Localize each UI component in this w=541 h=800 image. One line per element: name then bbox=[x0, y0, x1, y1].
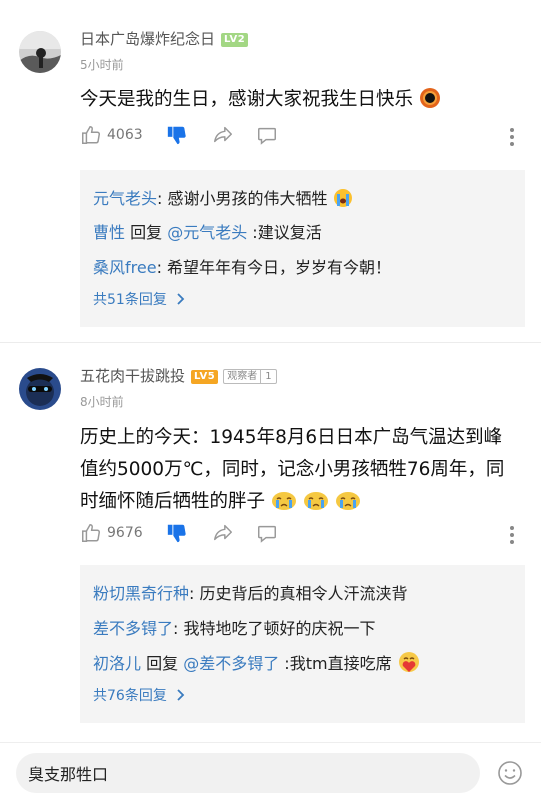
comment-username[interactable]: 五花肉干拔跳投 LV5 观察者 1 bbox=[80, 365, 277, 386]
crying-face-emoji bbox=[271, 489, 297, 522]
crying-face-emoji bbox=[303, 489, 329, 522]
comment-item: 日本广岛爆炸纪念日 LV2 5小时前 今天是我的生日，感谢大家祝我生日快乐 406… bbox=[0, 0, 541, 340]
chat-bubble-icon bbox=[258, 127, 276, 145]
comment-time: 8小时前 bbox=[80, 395, 124, 409]
reply-item: 桑风free: 希望年年有今日，岁岁有今朝！ bbox=[93, 258, 392, 277]
reply-username[interactable]: 差不多锝了 bbox=[93, 619, 173, 638]
reply-mention[interactable]: @差不多锝了 bbox=[183, 654, 279, 673]
level-badge: LV5 bbox=[191, 369, 219, 384]
reply-mention[interactable]: @元气老头 bbox=[167, 223, 247, 242]
view-more-replies-link[interactable]: 共51条回复 bbox=[93, 289, 185, 309]
like-count: 4063 bbox=[107, 127, 143, 143]
more-options-button[interactable] bbox=[507, 525, 517, 545]
thumbs-up-icon bbox=[82, 524, 100, 542]
reply-username[interactable]: 元气老头 bbox=[93, 189, 157, 208]
reply-username[interactable]: 粉切黑奇行种 bbox=[93, 584, 189, 603]
chevron-right-icon bbox=[177, 689, 185, 701]
crying-face-emoji bbox=[335, 489, 361, 522]
comment-input[interactable] bbox=[16, 753, 480, 793]
share-button[interactable] bbox=[212, 522, 234, 544]
black-hole-emoji bbox=[419, 87, 441, 120]
thumbs-down-icon bbox=[167, 126, 186, 145]
dislike-button[interactable] bbox=[166, 522, 188, 544]
comment-username[interactable]: 日本广岛爆炸纪念日 LV2 bbox=[80, 28, 249, 49]
comment-actions: 9676 bbox=[80, 522, 525, 548]
view-more-replies-link[interactable]: 共76条回复 bbox=[93, 685, 185, 705]
dislike-button[interactable] bbox=[166, 124, 188, 146]
role-badge: 观察者 1 bbox=[223, 369, 277, 384]
more-options-button[interactable] bbox=[507, 127, 517, 147]
reply-preview-box[interactable]: 元气老头: 感谢小男孩的伟大牺牲 曹性 回复 @元气老头 :建议复活 桑风fre… bbox=[80, 170, 525, 327]
more-vertical-icon bbox=[510, 526, 514, 544]
share-button[interactable] bbox=[212, 124, 234, 146]
reply-button[interactable] bbox=[256, 522, 278, 544]
share-icon bbox=[214, 524, 232, 541]
reply-item: 初洛儿 回复 @差不多锝了 :我tm直接吃席 bbox=[93, 650, 421, 677]
emoji-button[interactable] bbox=[497, 760, 523, 790]
heart-hug-emoji bbox=[397, 651, 421, 677]
comment-compose-bar bbox=[0, 742, 541, 800]
thumbs-down-icon bbox=[167, 524, 186, 543]
comment-content: 今天是我的生日，感谢大家祝我生日快乐 bbox=[80, 84, 525, 120]
share-icon bbox=[214, 126, 232, 143]
comment-time: 5小时前 bbox=[80, 58, 124, 72]
avatar[interactable] bbox=[19, 368, 61, 410]
reply-button[interactable] bbox=[256, 124, 278, 146]
smiley-face-icon bbox=[498, 761, 522, 785]
like-button[interactable]: 9676 bbox=[80, 522, 143, 544]
crying-emoji bbox=[333, 188, 353, 212]
thumbs-up-icon bbox=[82, 126, 100, 144]
avatar[interactable] bbox=[19, 31, 61, 73]
reply-username[interactable]: 曹性 bbox=[93, 223, 125, 242]
like-button[interactable]: 4063 bbox=[80, 124, 143, 146]
reply-item: 元气老头: 感谢小男孩的伟大牺牲 bbox=[93, 185, 353, 212]
reply-item: 差不多锝了: 我特地吃了顿好的庆祝一下 bbox=[93, 619, 376, 638]
more-vertical-icon bbox=[510, 128, 514, 146]
reply-item: 曹性 回复 @元气老头 :建议复活 bbox=[93, 223, 322, 242]
chat-bubble-icon bbox=[258, 525, 276, 543]
reply-username[interactable]: 桑风free bbox=[93, 258, 157, 277]
comment-item: 五花肉干拔跳投 LV5 观察者 1 8小时前 历史上的今天：1945年8月6日日本广岛… bbox=[0, 343, 541, 738]
comment-actions: 4063 bbox=[80, 124, 525, 150]
comment-content: 历史上的今天：1945年8月6日日本广岛气温达到峰 值约5000万℃，同时，记念… bbox=[80, 422, 525, 522]
reply-preview-box[interactable]: 粉切黑奇行种: 历史背后的真相令人汗流浃背 差不多锝了: 我特地吃了顿好的庆祝一… bbox=[80, 565, 525, 723]
like-count: 9676 bbox=[107, 525, 143, 541]
reply-item: 粉切黑奇行种: 历史背后的真相令人汗流浃背 bbox=[93, 584, 408, 603]
reply-username[interactable]: 初洛儿 bbox=[93, 654, 141, 673]
level-badge: LV2 bbox=[221, 32, 249, 47]
chevron-right-icon bbox=[177, 293, 185, 305]
